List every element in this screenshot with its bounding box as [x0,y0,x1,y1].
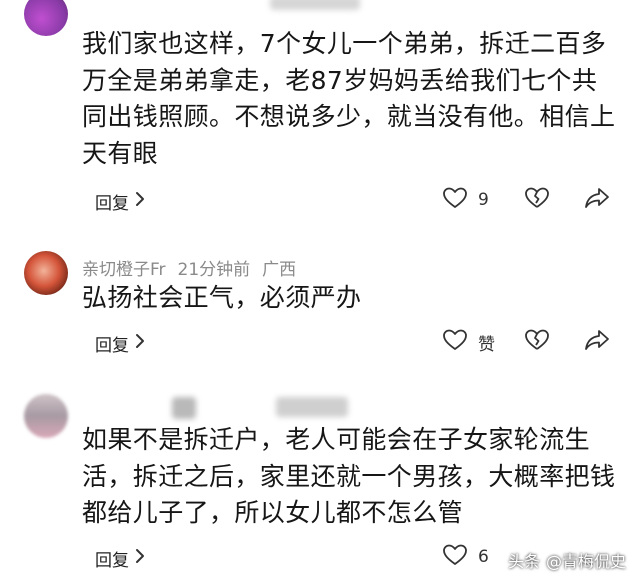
broken-heart-icon [524,187,550,214]
heart-icon [442,543,468,571]
heart-icon [442,186,468,214]
share-button[interactable] [584,328,610,356]
watermark-account: @青梅侃史 [545,552,626,571]
comment-text: 弘扬社会正气，必须严办 [82,283,362,312]
like-count: 9 [478,190,489,210]
comment-actions: 回复 9 [0,183,640,219]
share-button[interactable] [584,186,610,214]
dislike-button[interactable] [524,328,550,356]
reply-button[interactable]: 回复 [95,546,145,571]
comment-actions: 回复 赞 [0,325,640,361]
share-icon [584,188,610,214]
like-button[interactable]: 6 [442,543,489,571]
blurred-username [172,397,196,419]
like-button[interactable]: 9 [442,186,489,214]
reply-label: 回复 [95,194,129,214]
timestamp: 21分钟前 [177,260,251,280]
blurred-username [270,0,360,10]
reply-button[interactable]: 回复 [95,331,145,356]
avatar[interactable] [24,394,68,438]
chevron-right-icon [135,333,145,354]
avatar[interactable] [24,251,68,295]
dislike-button[interactable] [524,186,550,214]
blurred-time [276,397,348,417]
reply-button[interactable]: 回复 [95,189,145,214]
broken-heart-icon [524,329,550,356]
heart-icon [442,328,468,356]
chevron-right-icon [135,191,145,212]
like-label: 赞 [478,334,495,355]
like-count: 6 [478,547,489,567]
comment-meta: 亲切橙子Fr 21分钟前 广西 [82,255,296,280]
username[interactable]: 亲切橙子Fr [82,255,166,280]
comment-text: 如果不是拆迁户，老人可能会在子女家轮流生活，拆迁之后，家里还就一个男孩，大概率把… [82,425,616,527]
location: 广西 [262,260,297,280]
watermark-prefix: 头条 [507,552,540,571]
like-button[interactable]: 赞 [442,328,495,356]
reply-label: 回复 [95,551,129,571]
share-icon [584,330,610,356]
reply-label: 回复 [95,336,129,356]
watermark: 头条 @青梅侃史 [508,548,626,572]
avatar[interactable] [24,0,68,36]
comment-text: 我们家也这样，7个女儿一个弟弟，拆迁二百多万全是弟弟拿走，老87岁妈妈丢给我们七… [82,29,616,168]
chevron-right-icon [135,548,145,569]
